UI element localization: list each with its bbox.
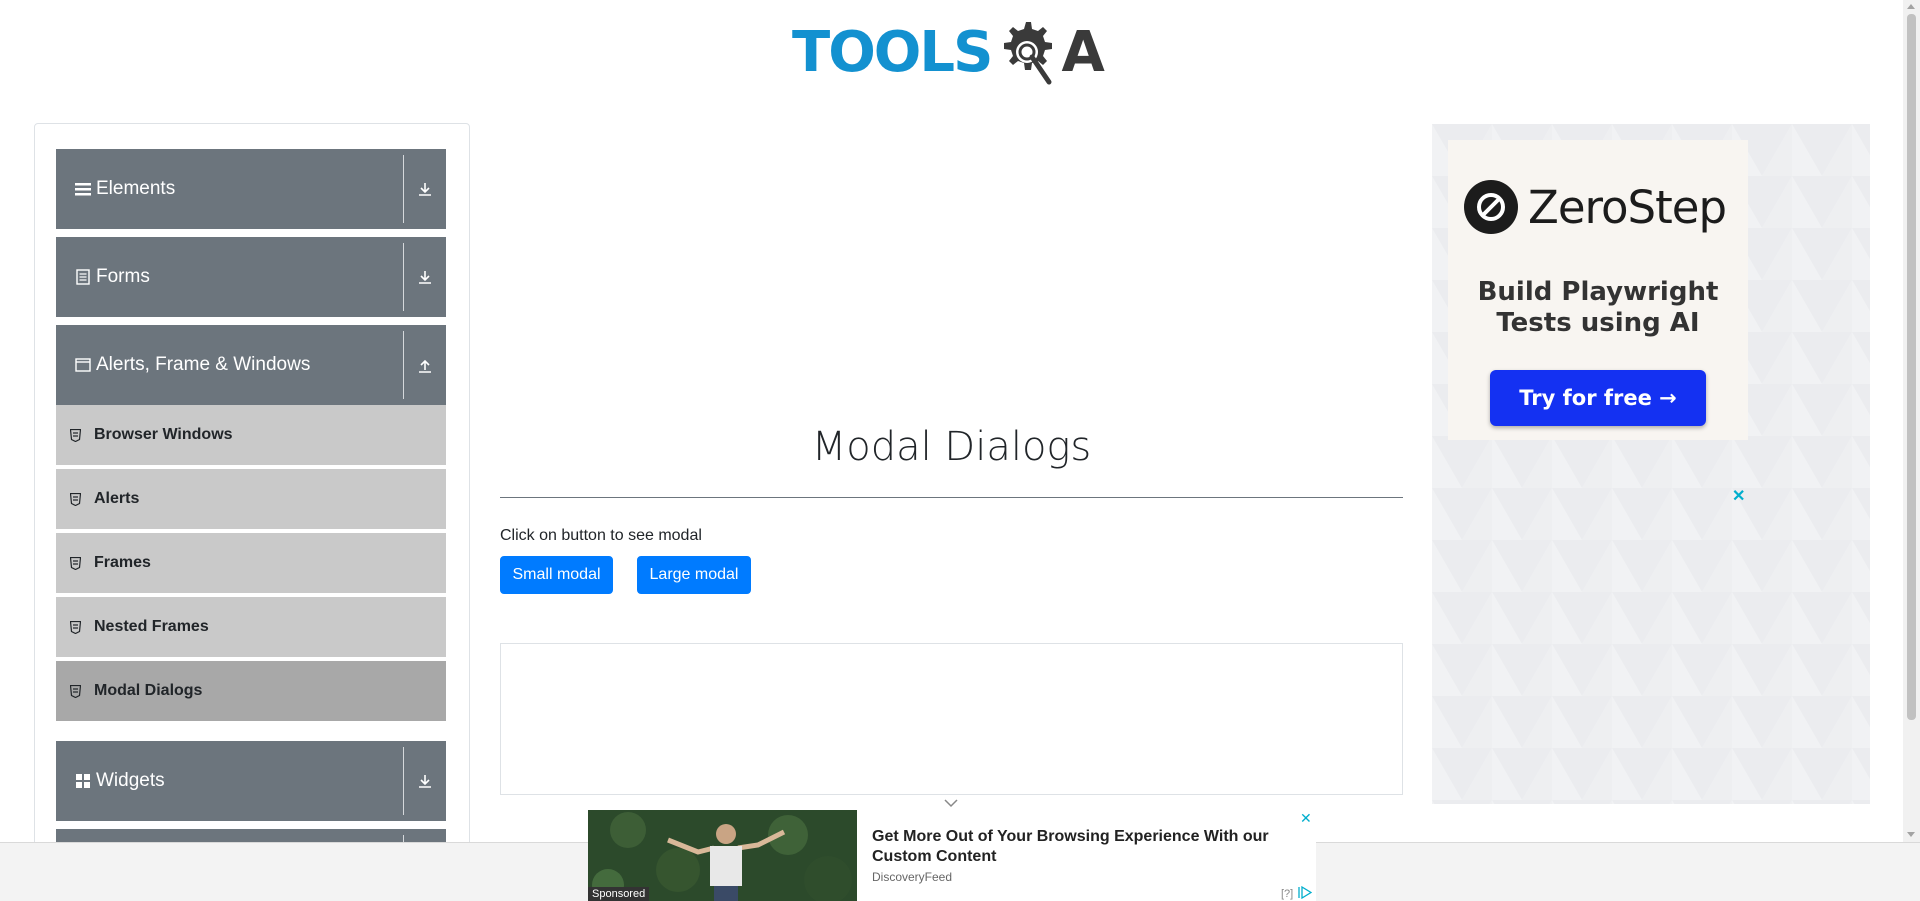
instruction-text: Click on button to see modal xyxy=(500,527,702,544)
scroll-down-arrow-icon[interactable] xyxy=(1907,832,1915,837)
page: TOOLS A Elements Forms Alerts, Frame & W… xyxy=(0,0,1920,901)
sidebar-group-label: Alerts, Frame & Windows xyxy=(96,354,311,375)
title-divider xyxy=(500,497,1403,498)
ad-source: DiscoveryFeed xyxy=(872,870,953,884)
close-icon[interactable]: ✕ xyxy=(1300,810,1312,827)
try-for-free-button[interactable]: Try for free → xyxy=(1490,370,1706,426)
window-icon xyxy=(74,356,92,374)
zerostep-brand: ZeroStep xyxy=(1528,180,1727,234)
html5-icon xyxy=(70,556,84,570)
upload-arrow-icon[interactable] xyxy=(404,357,446,373)
sidebar-item-label: Modal Dialogs xyxy=(94,682,203,699)
sidebar-group-elements[interactable]: Elements xyxy=(56,149,446,229)
logo-text-qa: A xyxy=(1061,20,1104,85)
page-title: Modal Dialogs xyxy=(811,424,1092,470)
sidebar-group-widgets[interactable]: Widgets xyxy=(56,741,446,821)
ad-headline[interactable]: Get More Out of Your Browsing Experience… xyxy=(872,827,1292,867)
scroll-up-arrow-icon[interactable] xyxy=(1907,4,1915,9)
html5-icon xyxy=(70,492,84,506)
download-arrow-icon[interactable] xyxy=(404,773,446,789)
sidebar-group-alerts-frame-windows[interactable]: Alerts, Frame & Windows xyxy=(56,325,446,405)
sidebar-item-browser-windows[interactable]: Browser Windows xyxy=(56,405,446,467)
html5-icon xyxy=(70,684,84,698)
adchoices-icon[interactable] xyxy=(1298,886,1312,899)
sidebar-group-forms[interactable]: Forms xyxy=(56,237,446,317)
grid-icon xyxy=(74,772,92,790)
sidebar-item-label: Frames xyxy=(94,554,151,571)
right-ad-banner[interactable]: ZeroStep Build Playwright Tests using AI… xyxy=(1432,124,1870,804)
download-arrow-icon[interactable] xyxy=(404,269,446,285)
ad-image: Sponsored xyxy=(588,810,857,901)
document-icon xyxy=(74,268,92,286)
html5-icon xyxy=(70,620,84,634)
sidebar: Elements Forms Alerts, Frame & Windows B… xyxy=(34,123,470,901)
chevron-down-icon[interactable] xyxy=(944,798,958,808)
vertical-scrollbar[interactable] xyxy=(1903,0,1920,842)
sidebar-group-label: Widgets xyxy=(96,770,165,791)
scroll-thumb[interactable] xyxy=(1907,14,1916,720)
ad-help-link[interactable]: [?] xyxy=(1281,888,1293,900)
list-icon xyxy=(74,180,92,198)
zerostep-logo: ZeroStep xyxy=(1464,180,1727,234)
ad-close-icon[interactable]: ✕ xyxy=(1732,486,1745,506)
ad-placeholder-box xyxy=(500,643,1403,795)
sidebar-item-modal-dialogs[interactable]: Modal Dialogs xyxy=(56,661,446,723)
bottom-ad[interactable]: Sponsored Get More Out of Your Browsing … xyxy=(588,810,1316,901)
sidebar-item-nested-frames[interactable]: Nested Frames xyxy=(56,597,446,659)
sidebar-group-label: Forms xyxy=(96,266,150,287)
sidebar-item-label: Alerts xyxy=(94,490,140,507)
sidebar-item-label: Nested Frames xyxy=(94,618,209,635)
zerostep-mark-icon xyxy=(1464,180,1518,234)
download-arrow-icon[interactable] xyxy=(404,181,446,197)
sponsored-label: Sponsored xyxy=(588,887,650,901)
sidebar-item-frames[interactable]: Frames xyxy=(56,533,446,595)
html5-icon xyxy=(70,428,84,442)
large-modal-button[interactable]: Large modal xyxy=(637,556,751,594)
small-modal-button[interactable]: Small modal xyxy=(500,556,613,594)
zerostep-tagline: Build Playwright Tests using AI xyxy=(1477,277,1719,339)
zerostep-ad-card[interactable]: ZeroStep Build Playwright Tests using AI… xyxy=(1448,140,1748,440)
gear-magnifier-icon xyxy=(1004,22,1053,85)
logo-text-tools: TOOLS xyxy=(792,20,993,85)
sidebar-group-label: Elements xyxy=(96,178,176,199)
toolsqa-logo[interactable]: TOOLS A xyxy=(792,16,1105,90)
sidebar-item-alerts[interactable]: Alerts xyxy=(56,469,446,531)
sidebar-item-label: Browser Windows xyxy=(94,426,233,443)
